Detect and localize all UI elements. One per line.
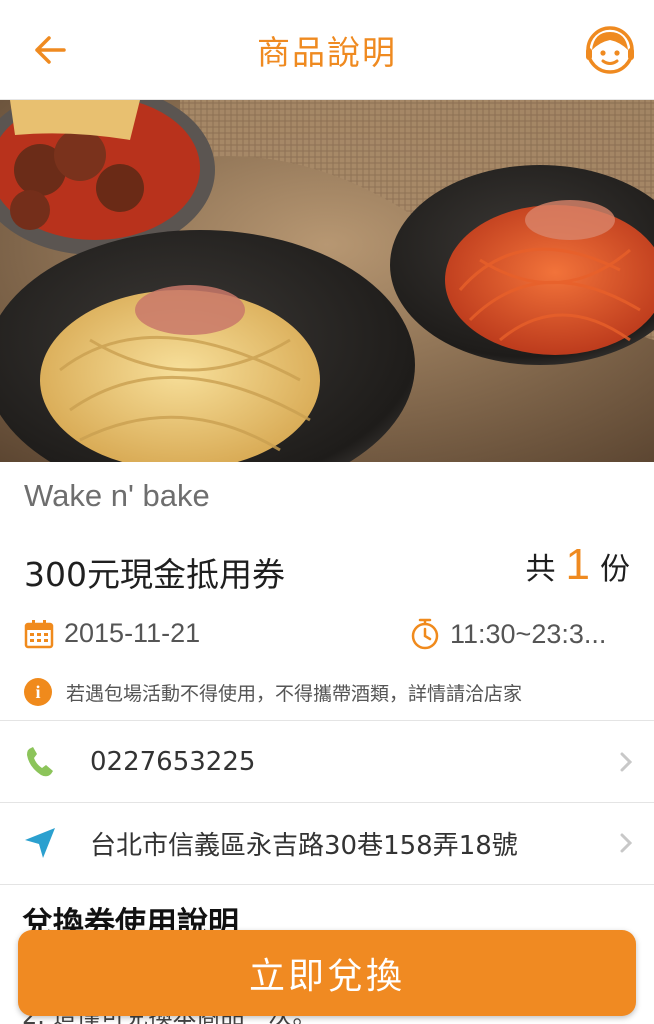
location-arrow-icon: [22, 825, 58, 861]
usage-notice: i 若遇包場活動不得使用，不得攜帶酒類，詳情請洽店家: [24, 678, 522, 706]
calendar-icon: [24, 619, 54, 648]
voucher-title: 300元現金抵用券: [24, 555, 285, 594]
quantity-suffix: 份: [600, 552, 630, 587]
quantity-value: 1: [565, 540, 590, 589]
phone-icon: [22, 744, 58, 780]
store-name: Wake n' bake: [24, 478, 210, 513]
quantity-display: 共 1 份: [526, 540, 630, 590]
quantity-prefix: 共: [525, 552, 556, 587]
customer-service-icon: [586, 26, 634, 74]
phone-row[interactable]: 0227653225: [0, 722, 654, 802]
chevron-right-icon: [616, 831, 636, 855]
notice-text: 若遇包場活動不得使用，不得攜帶酒類，詳情請洽店家: [66, 682, 523, 705]
page-title: 商品說明: [257, 33, 397, 72]
valid-time: 11:30~23:3...: [410, 618, 606, 650]
valid-date: 2015-11-21: [24, 618, 200, 649]
address-text: 台北市信義區永吉路30巷158弄18號: [90, 830, 518, 861]
divider: [0, 884, 654, 885]
chevron-right-icon: [616, 750, 636, 774]
clock-icon: [411, 618, 439, 650]
info-icon: i: [24, 678, 52, 706]
date-text: 2015-11-21: [64, 618, 201, 648]
address-row[interactable]: 台北市信義區永吉路30巷158弄18號: [0, 803, 654, 883]
divider: [0, 720, 654, 721]
phone-number: 0227653225: [90, 747, 256, 777]
customer-service-button[interactable]: [582, 22, 638, 78]
redeem-now-button[interactable]: 立即兌換: [18, 930, 636, 1016]
time-text: 11:30~23:3...: [450, 618, 607, 649]
app-header: 商品說明: [0, 0, 654, 100]
product-photo: [0, 100, 654, 462]
